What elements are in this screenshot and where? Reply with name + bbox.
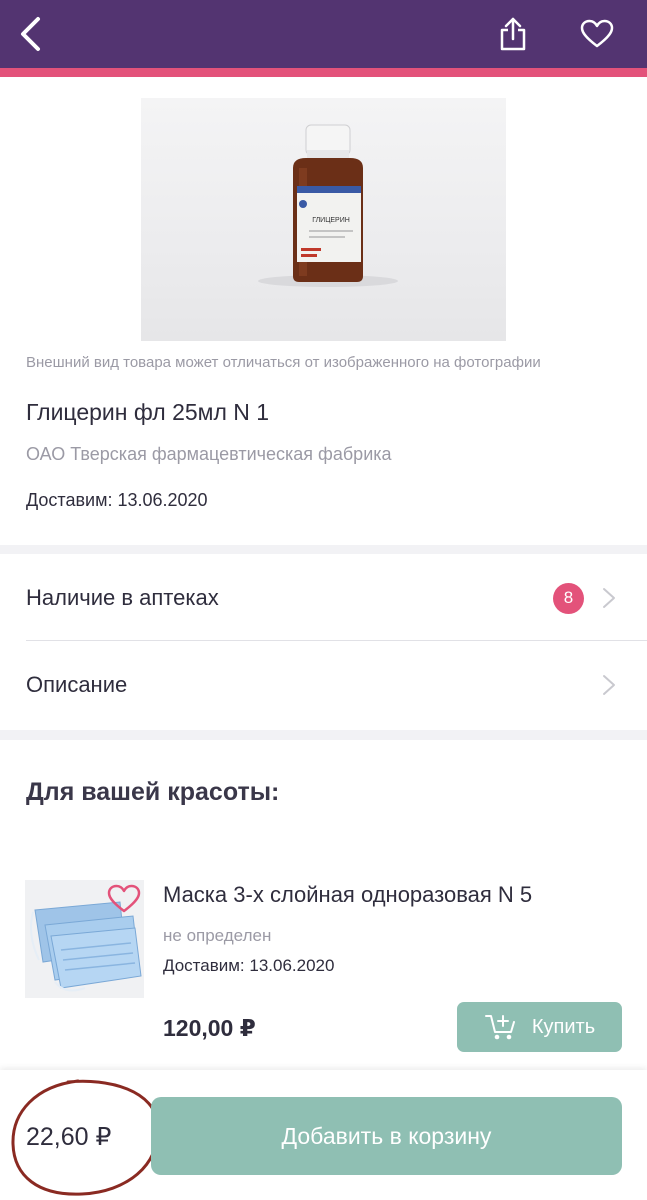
chevron-left-icon: [21, 17, 40, 51]
add-to-cart-label: Добавить в корзину: [281, 1122, 492, 1149]
buy-button[interactable]: Купить: [457, 1002, 622, 1052]
product-title: Глицерин фл 25мл N 1: [26, 399, 270, 425]
glycerin-bottle-image: ГЛИЦЕРИН: [258, 124, 398, 287]
description-row[interactable]: Описание: [0, 642, 647, 728]
back-button[interactable]: [6, 10, 54, 58]
heart-outline-icon: [580, 19, 614, 48]
availability-label: Наличие в аптеках: [26, 585, 219, 610]
top-bar-accent: [0, 68, 647, 77]
share-button[interactable]: [489, 10, 537, 58]
product-image[interactable]: ГЛИЦЕРИН: [141, 98, 506, 341]
recommendations-title: Для вашей красоты:: [26, 778, 280, 806]
description-label: Описание: [26, 672, 128, 697]
hand-drawn-circle-annotation: [11, 1079, 160, 1196]
availability-row[interactable]: Наличие в аптеках 8: [0, 555, 647, 641]
product-delivery: Доставим: 13.06.2020: [26, 490, 208, 511]
section-separator: [0, 730, 647, 740]
row-divider: [26, 640, 647, 641]
availability-count-badge: 8: [553, 582, 584, 614]
image-disclaimer: Внешний вид товара может отличаться от и…: [26, 354, 541, 371]
delivery-date: 13.06.2020: [117, 490, 208, 510]
add-to-cart-button[interactable]: Добавить в корзину: [151, 1097, 622, 1175]
product-manufacturer: ОАО Тверская фармацевтическая фабрика: [26, 444, 392, 464]
share-icon: [500, 17, 526, 51]
add-to-cart-icon: [484, 1015, 515, 1040]
recommendation-favorite-icon[interactable]: [107, 883, 141, 915]
delivery-label: Доставим:: [26, 490, 113, 510]
recommendation-title[interactable]: Маска 3-х слойная одноразовая N 5: [163, 882, 532, 908]
recommendation-price: 120,00 ₽: [163, 1015, 256, 1041]
recommendation-manufacturer: не определен: [163, 926, 272, 945]
top-bar: [0, 0, 647, 68]
chevron-right-icon: [603, 675, 615, 695]
recommendation-delivery: Доставим: 13.06.2020: [163, 956, 335, 975]
buy-button-label: Купить: [531, 1015, 596, 1038]
bottle-label-text: ГЛИЦЕРИН: [312, 217, 350, 224]
chevron-right-icon: [603, 588, 615, 608]
section-separator: [0, 545, 647, 554]
favorite-button[interactable]: [573, 10, 621, 58]
